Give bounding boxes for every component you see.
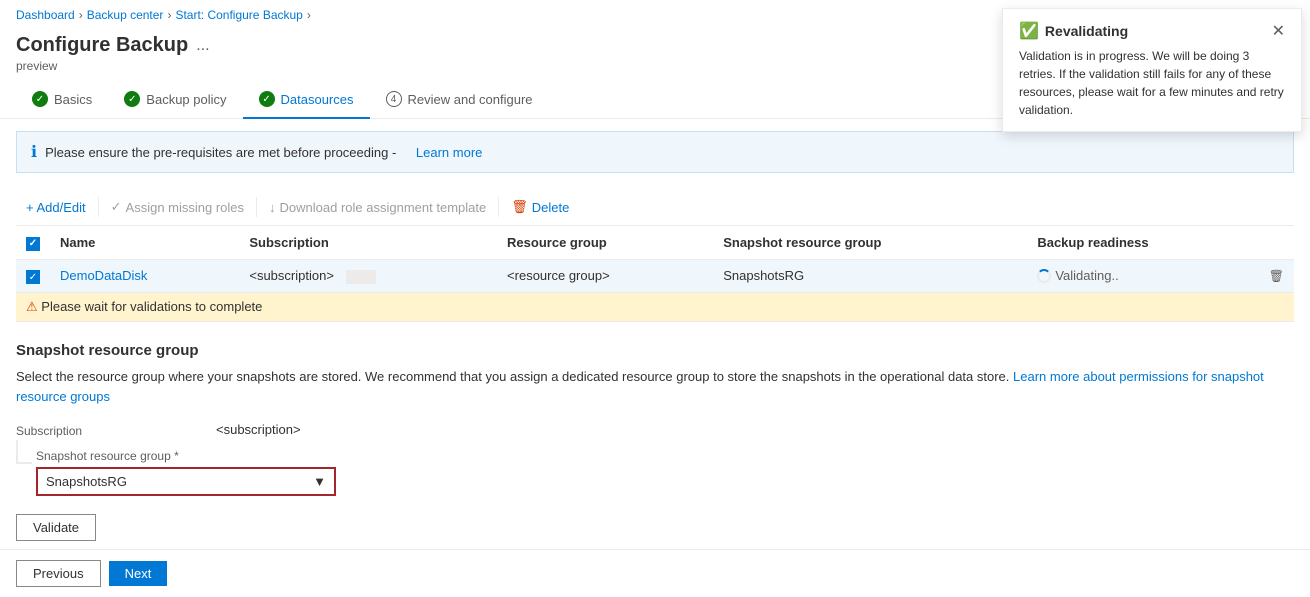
assign-roles-label: Assign missing roles [126,200,245,215]
subscription-label: Subscription [16,418,216,438]
tab-review-num: 4 [386,91,402,107]
tab-basics-check-icon: ✓ [32,91,48,107]
warning-icon: ⚠ [26,299,38,314]
snapshot-rg-dropdown-wrapper: SnapshotsRG ▼ [36,467,1294,496]
breadcrumb-configure-backup[interactable]: Start: Configure Backup [175,8,302,22]
download-template-button[interactable]: ↓ Download role assignment template [259,196,496,219]
row-delete-cell: 🗑 [1259,259,1294,293]
warning-cell: ⚠ Please wait for validations to complet… [16,293,1294,322]
row-subscription: <subscription> [239,259,497,293]
tab-review[interactable]: 4 Review and configure [370,81,549,119]
indent-line [16,440,32,464]
tab-datasources[interactable]: ✓ Datasources [243,81,370,119]
breadcrumb-sep-2: › [167,8,171,22]
col-resource-group: Resource group [497,226,713,259]
tab-policy-label: Backup policy [146,92,226,107]
checkbox-check-icon: ✓ [29,272,37,283]
col-subscription: Subscription [239,226,497,259]
delete-icon: 🗑 [511,199,528,215]
col-actions [1259,226,1294,259]
breadcrumb-dashboard[interactable]: Dashboard [16,8,75,22]
tab-backup-policy[interactable]: ✓ Backup policy [108,81,242,119]
page-title: Configure Backup [16,34,188,57]
row-checkbox[interactable]: ✓ [26,270,40,284]
table-row: ✓ DemoDataDisk <subscription> <resource … [16,259,1294,293]
select-all-header: ✓ [16,226,50,259]
tab-review-label: Review and configure [408,92,533,107]
toast-check-icon: ✅ [1019,21,1039,41]
tab-datasources-check-icon: ✓ [259,91,275,107]
snapshot-section-desc: Select the resource group where your sna… [16,367,1294,406]
toolbar-sep-2 [256,197,257,217]
tab-policy-check-icon: ✓ [124,91,140,107]
col-backup-readiness: Backup readiness [1027,226,1258,259]
warning-text: Please wait for validations to complete [41,299,262,314]
download-template-label: Download role assignment template [280,200,487,215]
breadcrumb-backup-center[interactable]: Backup center [87,8,164,22]
validate-label: Validate [33,520,79,535]
toast-title-text: Revalidating [1045,23,1128,39]
add-edit-button[interactable]: + Add/Edit [16,196,96,219]
validate-button[interactable]: Validate [16,514,96,541]
snapshot-section: Snapshot resource group Select the resou… [16,342,1294,541]
row-resource-group: <resource group> [497,259,713,293]
toolbar-sep-1 [98,197,99,217]
subscription-form-group: Subscription <subscription> [16,418,1294,438]
breadcrumb-sep-3: › [307,8,311,22]
col-name: Name [50,226,239,259]
select-all-checkbox[interactable]: ✓ [26,237,40,251]
tab-basics-label: Basics [54,92,92,107]
next-button[interactable]: Next [109,561,168,586]
subscription-badge [346,270,376,284]
toast-header: ✅ Revalidating ✕ [1019,21,1285,41]
row-backup-readiness: Validating.. [1027,259,1258,293]
row-snapshot-rg: SnapshotsRG [713,259,1027,293]
datasources-table: ✓ Name Subscription Resource group Snaps… [16,226,1294,322]
warning-row: ⚠ Please wait for validations to complet… [16,293,1294,322]
subscription-value: <subscription> [216,418,301,437]
learn-more-link[interactable]: Learn more [416,145,482,160]
toolbar-sep-3 [498,197,499,217]
main-content: ℹ Please ensure the pre-requisites are m… [0,119,1310,553]
snapshot-desc-text: Select the resource group where your sna… [16,369,1009,384]
delete-button[interactable]: 🗑 Delete [501,195,579,219]
toolbar: + Add/Edit ✓ Assign missing roles ↓ Down… [16,189,1294,226]
assign-roles-button[interactable]: ✓ Assign missing roles [101,195,254,219]
dropdown-arrow-icon: ▼ [313,474,326,489]
snapshot-section-title: Snapshot resource group [16,342,1294,359]
toast-notification: ✅ Revalidating ✕ Validation is in progre… [1002,8,1302,132]
page-wrapper: Dashboard › Backup center › Start: Confi… [0,0,1310,597]
footer: Previous Next [0,549,1310,597]
info-text: Please ensure the pre-requisites are met… [45,145,396,160]
assign-check-icon: ✓ [111,199,122,215]
more-options-icon[interactable]: ... [196,37,209,55]
row-delete-icon[interactable]: 🗑 [1269,269,1284,283]
previous-button[interactable]: Previous [16,560,101,587]
col-snapshot-rg: Snapshot resource group [713,226,1027,259]
page-subtitle: preview [16,59,210,73]
tab-basics[interactable]: ✓ Basics [16,81,108,119]
toast-body: Validation is in progress. We will be do… [1019,47,1285,119]
validating-text: Validating.. [1055,268,1118,283]
delete-label: Delete [532,200,570,215]
snapshot-rg-group: Snapshot resource group * SnapshotsRG ▼ [36,448,1294,496]
info-icon: ℹ [31,142,37,162]
datasource-name-link[interactable]: DemoDataDisk [60,268,147,283]
snapshot-rg-label: Snapshot resource group * [36,443,179,463]
snapshot-rg-dropdown[interactable]: SnapshotsRG ▼ [36,467,336,496]
validation-status: Validating.. [1037,268,1248,283]
info-banner: ℹ Please ensure the pre-requisites are m… [16,131,1294,173]
add-edit-label: + Add/Edit [26,200,86,215]
breadcrumb-sep-1: › [79,8,83,22]
download-icon: ↓ [269,200,276,215]
snapshot-rg-value: SnapshotsRG [46,474,127,489]
tab-datasources-label: Datasources [281,92,354,107]
row-checkbox-cell: ✓ [16,259,50,293]
toast-close-button[interactable]: ✕ [1272,21,1285,41]
row-name: DemoDataDisk [50,259,239,293]
toast-title: ✅ Revalidating [1019,21,1128,41]
validating-spinner [1037,269,1051,283]
